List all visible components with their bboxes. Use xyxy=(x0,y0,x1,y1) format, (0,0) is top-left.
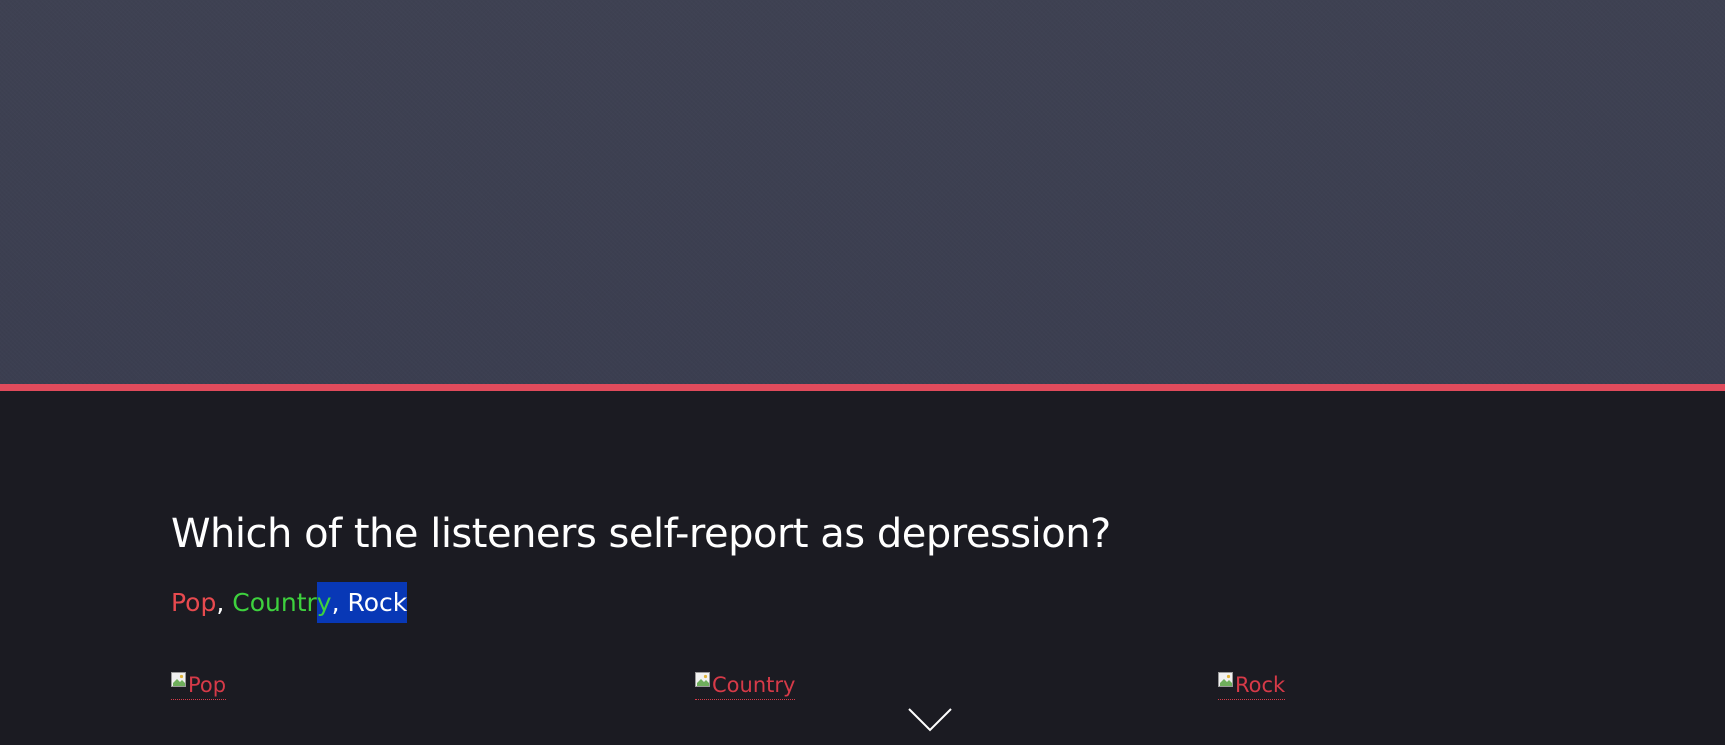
broken-image-icon xyxy=(695,672,711,688)
answer-country-selected: y xyxy=(316,582,332,623)
answer-rock: Rock xyxy=(347,582,408,623)
answer-pop: Pop xyxy=(171,588,217,617)
hero-accent-border xyxy=(0,384,1725,391)
answer-separator-selected: , xyxy=(331,582,348,623)
broken-image-icon xyxy=(171,672,187,688)
answer-country: Countr xyxy=(232,588,317,617)
chevron-down-icon[interactable] xyxy=(907,707,953,733)
pop-image-link[interactable]: Pop xyxy=(171,671,227,700)
rock-image-alt: Rock xyxy=(1235,673,1286,697)
question-heading: Which of the listeners self-report as de… xyxy=(171,511,1111,557)
country-image-alt: Country xyxy=(712,673,796,697)
answer-genres: Pop, Country, Rock xyxy=(171,582,408,623)
hero-banner xyxy=(0,0,1725,384)
answer-separator: , xyxy=(216,588,233,617)
country-image-link[interactable]: Country xyxy=(695,671,796,700)
main-content xyxy=(0,391,1725,745)
pop-image-alt: Pop xyxy=(188,673,227,697)
rock-image-link[interactable]: Rock xyxy=(1218,671,1286,700)
broken-image-icon xyxy=(1218,672,1234,688)
